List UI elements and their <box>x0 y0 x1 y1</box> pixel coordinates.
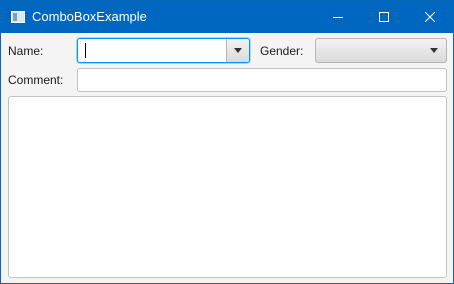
text-cursor <box>85 43 86 58</box>
gender-combobox[interactable] <box>315 38 447 63</box>
name-input[interactable] <box>78 39 226 62</box>
minimize-icon <box>333 17 343 18</box>
name-combobox[interactable] <box>77 38 250 63</box>
output-textarea[interactable] <box>8 96 447 278</box>
close-button[interactable] <box>407 1 453 33</box>
comment-label: Comment: <box>8 73 64 87</box>
minimize-button[interactable] <box>315 1 361 33</box>
window-title: ComboBoxExample <box>32 9 147 24</box>
chevron-down-icon <box>234 48 242 53</box>
gender-label: Gender: <box>260 44 304 58</box>
app-icon <box>11 11 25 23</box>
maximize-button[interactable] <box>361 1 407 33</box>
name-dropdown-button[interactable] <box>226 39 249 62</box>
application-window: ComboBoxExample Name: Gender: Comment: <box>0 0 454 284</box>
comment-input[interactable] <box>77 68 447 92</box>
name-label: Name: <box>8 44 44 58</box>
title-bar[interactable]: ComboBoxExample <box>1 1 453 33</box>
chevron-down-icon <box>430 48 438 53</box>
maximize-icon <box>379 12 389 22</box>
close-icon <box>425 12 435 22</box>
